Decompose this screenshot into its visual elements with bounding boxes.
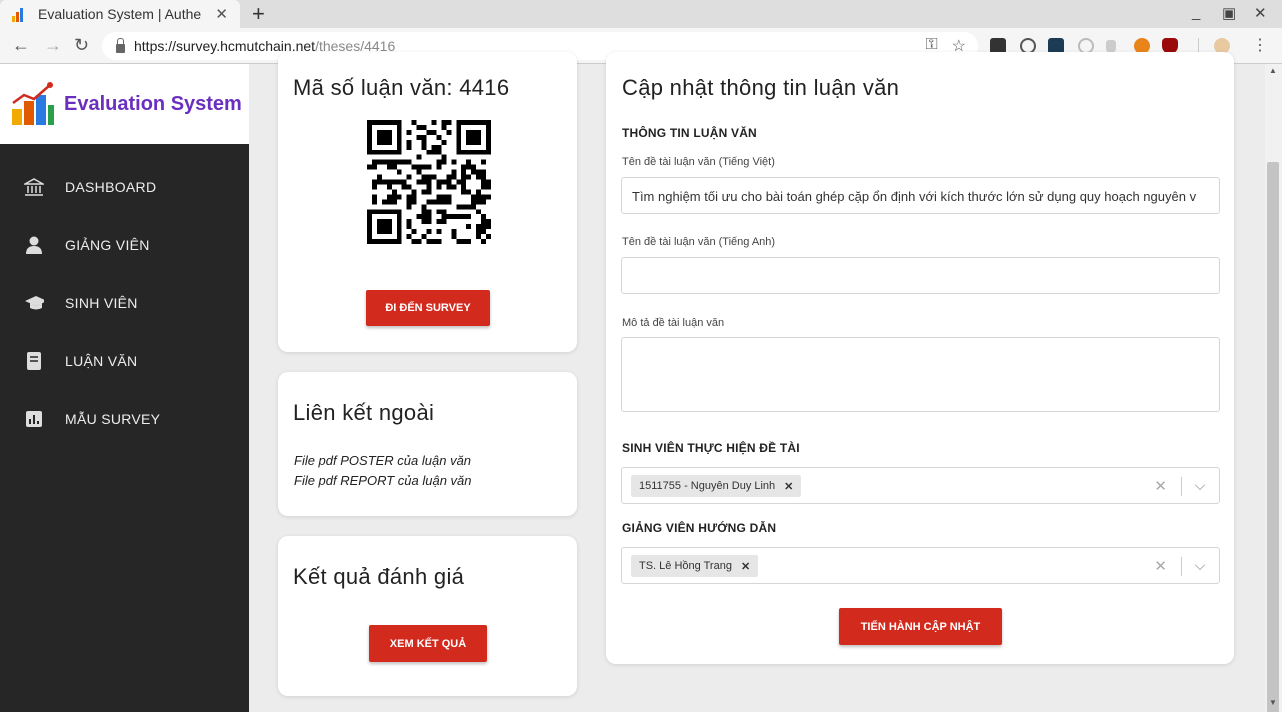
- browser-tab[interactable]: Evaluation System | Authe ✕: [0, 0, 240, 28]
- select-divider: [1181, 477, 1182, 496]
- sidebar-item-survey-templates[interactable]: MẪU SURVEY: [0, 390, 249, 448]
- sidebar-item-lecturers[interactable]: GIẢNG VIÊN: [0, 216, 249, 274]
- brand[interactable]: Evaluation System: [0, 64, 249, 144]
- advisor-select[interactable]: TS. Lê Hồng Trang ✕ ✕: [621, 547, 1220, 584]
- remove-chip-icon[interactable]: ✕: [784, 480, 793, 493]
- select-divider: [1181, 557, 1182, 576]
- section-thesis-info: THÔNG TIN LUẬN VĂN: [622, 126, 757, 140]
- graduation-cap-icon: [24, 293, 44, 313]
- tab-title: Evaluation System | Authe: [38, 6, 202, 22]
- person-icon: [24, 235, 44, 255]
- results-title: Kết quả đánh giá: [293, 564, 465, 589]
- minimize-icon[interactable]: _: [1192, 4, 1200, 21]
- title-en-input[interactable]: [621, 257, 1220, 294]
- menu-icon[interactable]: ⋮: [1252, 35, 1268, 55]
- sidebar: Evaluation System DASHBOARD GIẢNG VIÊN S…: [0, 64, 249, 712]
- thesis-card: Mã số luận văn: 4416 ĐI ĐẾN SURVEY: [278, 52, 577, 352]
- label-title-en: Tên đề tài luận văn (Tiếng Anh): [622, 236, 776, 248]
- form-title: Cập nhật thông tin luận văn: [622, 75, 900, 100]
- bar-chart-icon: [24, 409, 44, 429]
- students-select[interactable]: 1511755 - Nguyên Duy Linh ✕ ✕: [621, 467, 1220, 504]
- back-icon[interactable]: ←: [12, 35, 30, 56]
- title-vi-input[interactable]: Tìm nghiệm tối ưu cho bài toán ghép cặp …: [621, 177, 1220, 214]
- sidebar-item-label: LUẬN VĂN: [65, 353, 138, 369]
- scroll-down-icon[interactable]: ▼: [1269, 698, 1277, 707]
- sidebar-item-label: DASHBOARD: [65, 179, 157, 195]
- remove-chip-icon[interactable]: ✕: [741, 560, 750, 573]
- sidebar-item-dashboard[interactable]: DASHBOARD: [0, 158, 249, 216]
- links-title: Liên kết ngoài: [293, 400, 435, 425]
- sidebar-item-label: MẪU SURVEY: [65, 411, 161, 427]
- new-tab-button[interactable]: +: [252, 1, 265, 27]
- flask-extension-icon[interactable]: [1106, 40, 1116, 52]
- logo-icon: [10, 81, 56, 127]
- label-title-vi: Tên đề tài luận văn (Tiếng Việt): [622, 156, 775, 168]
- clear-icon[interactable]: ✕: [1154, 477, 1167, 495]
- page-scrollbar[interactable]: ▲ ▼: [1265, 64, 1282, 712]
- sidebar-item-label: GIẢNG VIÊN: [65, 237, 150, 253]
- results-card: Kết quả đánh giá XEM KẾT QUẢ: [278, 536, 577, 696]
- book-icon: [24, 351, 44, 371]
- scroll-up-icon[interactable]: ▲: [1269, 66, 1277, 75]
- reload-icon[interactable]: ↻: [74, 35, 89, 56]
- chevron-down-icon[interactable]: [1195, 480, 1205, 490]
- section-advisor: GIẢNG VIÊN HƯỚNG DẪN: [622, 521, 777, 535]
- advisor-chip-label: TS. Lê Hồng Trang: [639, 560, 732, 572]
- section-students: SINH VIÊN THỰC HIỆN ĐỀ TÀI: [622, 441, 800, 455]
- favicon-icon: [12, 6, 30, 22]
- advisor-chip: TS. Lê Hồng Trang ✕: [631, 555, 759, 577]
- poster-pdf-link[interactable]: File pdf POSTER của luận văn: [294, 453, 471, 468]
- browser-tabbar: Evaluation System | Authe ✕ + _ ▣ ✕: [0, 0, 1282, 28]
- sidebar-item-students[interactable]: SINH VIÊN: [0, 274, 249, 332]
- sidebar-item-label: SINH VIÊN: [65, 295, 138, 311]
- student-chip-label: 1511755 - Nguyên Duy Linh: [639, 480, 776, 492]
- restore-icon[interactable]: ▣: [1222, 4, 1236, 22]
- brand-name: Evaluation System: [64, 92, 242, 115]
- lock-icon: [116, 37, 125, 53]
- scrollbar-thumb[interactable]: [1267, 162, 1279, 712]
- label-description: Mô tả đề tài luận văn: [622, 317, 725, 329]
- go-to-survey-button[interactable]: ĐI ĐẾN SURVEY: [366, 290, 490, 326]
- student-chip: 1511755 - Nguyên Duy Linh ✕: [631, 475, 802, 497]
- qr-code: [367, 120, 491, 244]
- close-window-icon[interactable]: ✕: [1254, 4, 1267, 22]
- external-links-card: Liên kết ngoài File pdf POSTER của luận …: [278, 372, 577, 516]
- thesis-code-title: Mã số luận văn: 4416: [293, 75, 510, 100]
- bank-icon: [24, 177, 44, 197]
- view-results-button[interactable]: XEM KẾT QUẢ: [369, 625, 487, 662]
- update-thesis-card: Cập nhật thông tin luận văn THÔNG TIN LU…: [606, 52, 1234, 664]
- description-textarea[interactable]: [621, 337, 1220, 412]
- clear-icon[interactable]: ✕: [1154, 557, 1167, 575]
- sidebar-item-theses[interactable]: LUẬN VĂN: [0, 332, 249, 390]
- chevron-down-icon[interactable]: [1195, 560, 1205, 570]
- sidebar-menu: DASHBOARD GIẢNG VIÊN SINH VIÊN LUẬN VĂN …: [0, 158, 249, 448]
- report-pdf-link[interactable]: File pdf REPORT của luận văn: [294, 473, 472, 488]
- forward-icon[interactable]: →: [44, 35, 62, 56]
- submit-update-button[interactable]: TIẾN HÀNH CẬP NHẬT: [839, 608, 1002, 645]
- close-icon[interactable]: ✕: [215, 5, 228, 23]
